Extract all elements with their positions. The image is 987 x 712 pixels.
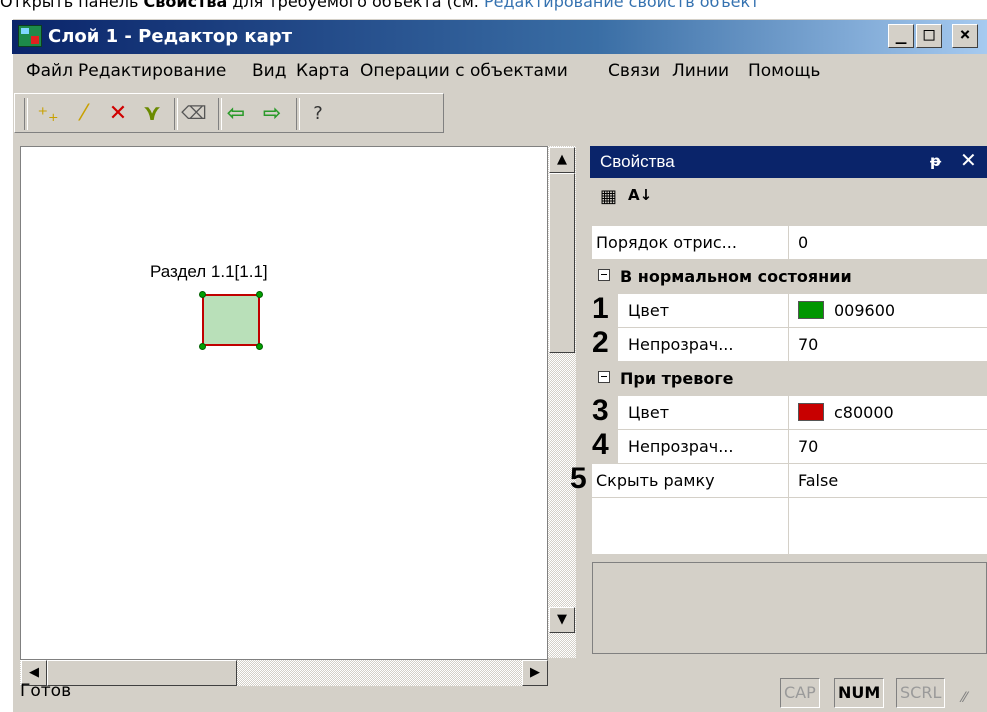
doc-link[interactable]: Редактирование свойств объект (484, 0, 760, 11)
annotation-marker: 5 (570, 462, 587, 495)
empty-row (592, 498, 987, 554)
num-indicator: NUM (834, 678, 885, 708)
shape-handle[interactable] (199, 291, 206, 298)
undo-icon[interactable]: ⇦ (222, 100, 250, 128)
property-row[interactable]: Цвет 009600 (592, 294, 987, 328)
category-label: При тревоге (620, 369, 734, 388)
property-name: Непрозрач... (628, 437, 734, 456)
property-value[interactable]: 009600 (798, 301, 895, 320)
annotation-marker: 4 (592, 428, 609, 461)
draw-line-icon[interactable]: ⁄ (70, 100, 98, 128)
doc-header: Открыть панель Свойства для требуемого о… (0, 0, 987, 14)
property-row[interactable]: Порядок отрис... 0 (592, 226, 987, 260)
window-title: Слой 1 - Редактор карт (48, 26, 293, 47)
minimize-button[interactable]: _ (888, 24, 914, 48)
toolbar-separator (296, 98, 300, 130)
menu-links[interactable]: Связи (608, 61, 660, 81)
app-icon (18, 25, 42, 47)
color-swatch (798, 301, 824, 319)
resize-grip-icon[interactable]: ⁄⁄ (962, 690, 967, 706)
property-name: Цвет (628, 403, 670, 422)
delete-icon[interactable]: ✕ (104, 100, 132, 128)
categorized-icon[interactable]: ▦ (600, 186, 617, 207)
eraser-icon[interactable]: ⌫ (180, 100, 208, 128)
menu-object-operations[interactable]: Операции с объектами (360, 61, 568, 81)
shape-label: Раздел 1.1[1.1] (150, 262, 268, 281)
property-grid: Порядок отрис... 0 В нормальном состояни… (592, 226, 987, 554)
property-row[interactable]: Цвет c80000 (592, 396, 987, 430)
property-name: Непрозрач... (628, 335, 734, 354)
annotation-marker: 2 (592, 326, 609, 359)
description-panel (592, 562, 987, 654)
scrl-indicator: SCRL (896, 678, 946, 708)
section-shape[interactable] (202, 294, 260, 346)
category-alarm-state[interactable]: При тревоге (592, 362, 987, 396)
property-name: Цвет (628, 301, 670, 320)
redo-icon[interactable]: ⇨ (258, 100, 286, 128)
collapse-icon[interactable] (598, 269, 610, 281)
shape-handle[interactable] (256, 343, 263, 350)
property-name: Скрыть рамку (596, 471, 715, 490)
scroll-up-button[interactable]: ▲ (549, 147, 575, 173)
scroll-down-button[interactable]: ▼ (549, 607, 575, 633)
vertical-scroll-thumb[interactable] (549, 173, 575, 353)
property-row[interactable]: Непрозрач... 70 (592, 328, 987, 362)
property-name: Порядок отрис... (596, 233, 737, 252)
category-label: В нормальном состоянии (620, 267, 852, 286)
property-row[interactable]: Скрыть рамку False (592, 464, 987, 498)
shape-handle[interactable] (199, 343, 206, 350)
menu-map[interactable]: Карта (296, 61, 350, 81)
cap-indicator: CAP (780, 678, 820, 708)
property-value[interactable]: 70 (798, 437, 818, 456)
annotation-marker: 3 (592, 394, 609, 427)
menu-file[interactable]: Файл (26, 61, 73, 81)
annotation-marker: 1 (592, 292, 609, 325)
menu-view[interactable]: Вид (252, 61, 286, 81)
pin-icon[interactable]: ᵽ (930, 152, 941, 170)
menu-help[interactable]: Помощь (748, 61, 820, 81)
map-canvas[interactable] (20, 146, 548, 660)
property-value[interactable]: c80000 (798, 403, 894, 422)
properties-title: Свойства (600, 152, 675, 171)
toolbar-separator (24, 98, 28, 130)
collapse-icon[interactable] (598, 371, 610, 383)
property-row[interactable]: Непрозрач... 70 (592, 430, 987, 464)
menu-edit[interactable]: Редактирование (78, 61, 226, 81)
add-point-icon[interactable]: ⁺₊ (34, 100, 62, 128)
toolbar-separator (174, 98, 178, 130)
close-icon[interactable]: ✕ (960, 148, 977, 172)
close-button[interactable]: × (952, 24, 978, 48)
category-normal-state[interactable]: В нормальном состоянии (592, 260, 987, 294)
property-value[interactable]: 70 (798, 335, 818, 354)
menu-lines[interactable]: Линии (672, 61, 729, 81)
property-value[interactable]: 0 (798, 233, 808, 252)
status-text: Готов (20, 681, 72, 701)
maximize-button[interactable]: □ (916, 24, 942, 48)
edit-points-icon[interactable]: ⋎ (138, 100, 166, 128)
property-value[interactable]: False (798, 471, 838, 490)
shape-handle[interactable] (256, 291, 263, 298)
sort-alphabetical-icon[interactable]: A↓ (628, 186, 652, 204)
help-icon[interactable]: ? (304, 100, 332, 128)
color-swatch (798, 403, 824, 421)
